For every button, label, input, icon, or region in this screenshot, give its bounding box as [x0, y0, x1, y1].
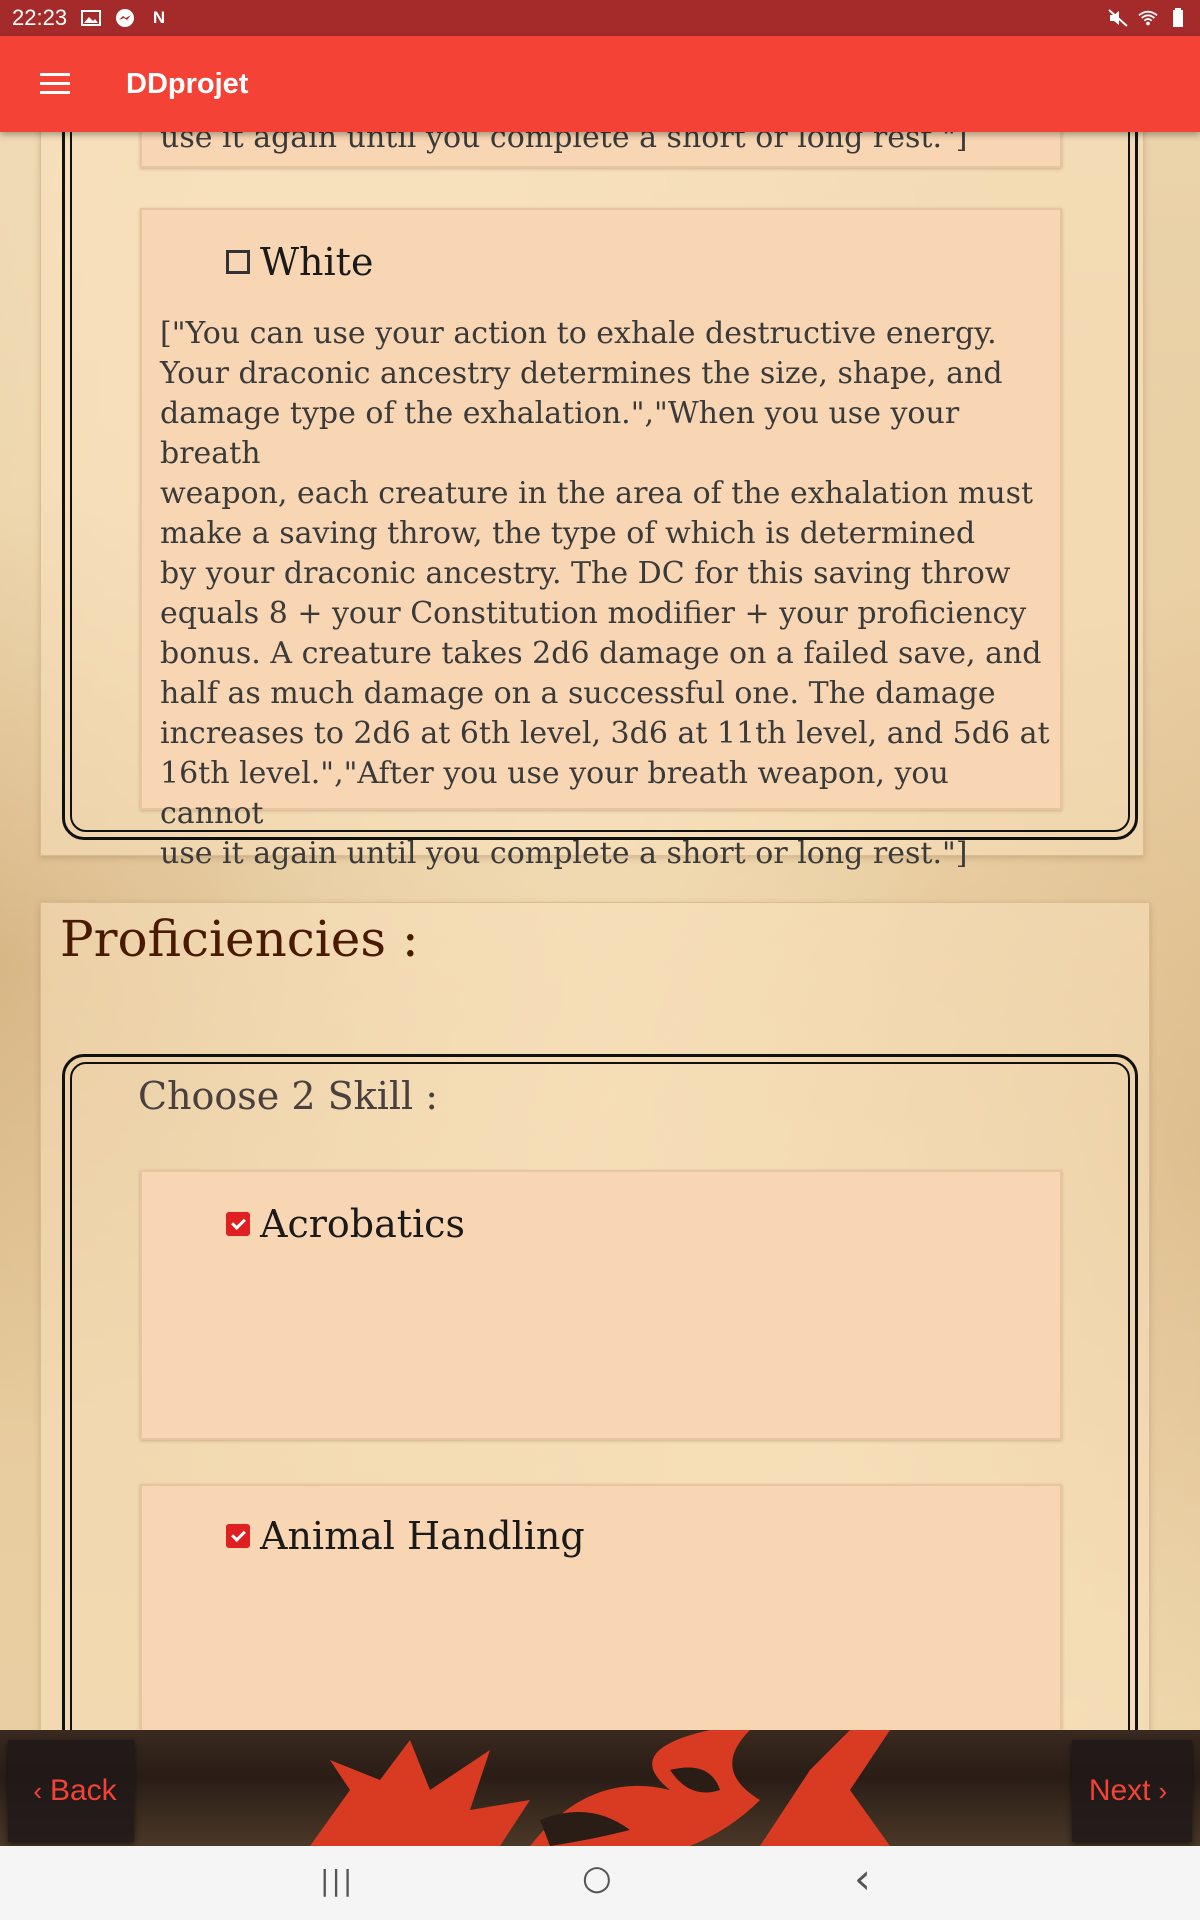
- status-time: 22:23: [12, 5, 68, 30]
- ancestry-label: White: [260, 240, 374, 284]
- back-label: Back: [49, 1774, 117, 1807]
- choose-skill-label: Choose 2 Skill :: [138, 1074, 439, 1118]
- white-checkbox[interactable]: [226, 250, 250, 274]
- acrobatics-checkbox[interactable]: [226, 1212, 250, 1236]
- image-icon: [81, 9, 102, 27]
- proficiencies-title: Proficiencies :: [60, 910, 419, 968]
- next-button[interactable]: Next ›: [1072, 1740, 1192, 1842]
- skill-card-animal-handling[interactable]: Animal Handling: [140, 1484, 1062, 1730]
- trait-card-previous: use it again until you complete a short …: [140, 132, 1062, 168]
- skill-card-acrobatics[interactable]: Acrobatics: [140, 1170, 1062, 1440]
- app-title: DDprojet: [126, 67, 249, 100]
- netflix-icon: N: [152, 8, 166, 27]
- animal-handling-checkbox[interactable]: [226, 1524, 250, 1548]
- ancestry-card-white[interactable]: White ["You can use your action to exhal…: [140, 208, 1062, 871]
- next-label: Next: [1088, 1774, 1151, 1807]
- hamburger-menu-icon[interactable]: [40, 73, 70, 95]
- ancestry-description: ["You can use your action to exhale dest…: [160, 316, 1050, 871]
- home-button[interactable]: ○: [582, 1858, 612, 1898]
- trait-card-previous-text: use it again until you complete a short …: [160, 132, 968, 155]
- skill-label: Animal Handling: [260, 1514, 585, 1558]
- back-button[interactable]: ‹ Back: [8, 1740, 134, 1842]
- status-bar: 22:23 N: [0, 0, 1200, 36]
- content-scroll-area[interactable]: use it again until you complete a short …: [0, 132, 1200, 1730]
- chevron-left-icon: ‹: [33, 1775, 42, 1806]
- bottom-navigation: ‹ Back Next ›: [0, 1730, 1200, 1846]
- dragon-emblem-icon: [310, 1730, 890, 1846]
- mute-icon: [1108, 9, 1128, 27]
- battery-icon: [1168, 8, 1188, 27]
- messenger-icon: [115, 9, 135, 27]
- recents-button[interactable]: |||: [320, 1864, 354, 1897]
- system-navigation-bar: ||| ○ ‹: [0, 1846, 1200, 1920]
- skill-label: Acrobatics: [260, 1202, 465, 1246]
- system-back-button[interactable]: ‹: [854, 1854, 871, 1903]
- wifi-icon: [1138, 9, 1158, 27]
- app-bar: DDprojet: [0, 36, 1200, 132]
- chevron-right-icon: ›: [1158, 1775, 1168, 1806]
